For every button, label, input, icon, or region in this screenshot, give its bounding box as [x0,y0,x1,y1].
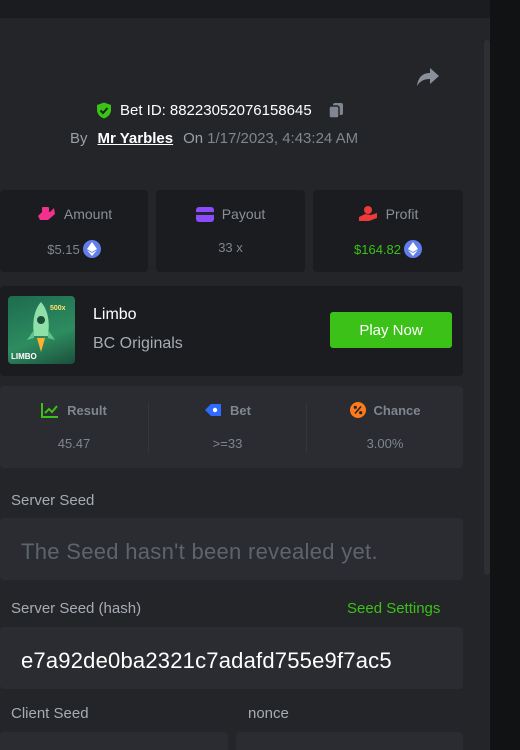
profit-card: Profit $164.82 [313,190,463,272]
result-label: Result [67,402,107,418]
play-now-button[interactable]: Play Now [330,312,452,348]
profit-label: Profit [385,206,419,222]
payout-value: 33 x [218,240,243,255]
profit-hand-icon [358,206,377,221]
result-card: Result 45.47 Bet >=33 Chance 3.00% [0,386,463,468]
profit-value: $164.82 [354,241,401,257]
bet-id-value: 88223052076158645 [169,101,312,119]
server-seed-value: The Seed hasn't been revealed yet. [21,539,378,564]
client-seed-field[interactable] [0,732,228,750]
eth-icon [404,240,422,258]
nonce-label: nonce [248,705,289,722]
bet-tag-icon [205,404,222,416]
on-label: On [183,130,204,147]
share-icon[interactable] [416,66,440,88]
amount-label: Amount [63,206,113,222]
bet-timestamp: 1/17/2023, 4:43:24 AM [207,130,359,147]
bet-id-row: Bet ID: 88223052076158645 [96,100,344,120]
result-column: Result 45.47 [0,386,148,468]
percent-icon [349,402,366,418]
copy-icon[interactable] [327,102,344,118]
chance-label: Chance [373,402,421,418]
chance-value: 3.00% [366,436,404,451]
rocket-icon: 500x LIMBO [11,302,66,361]
user-link[interactable]: Mr Yarbles [98,130,174,147]
top-bar [0,0,490,18]
limbo-game-thumbnail[interactable]: 500x LIMBO [8,296,75,364]
seed-settings-link[interactable]: Seed Settings [347,600,440,617]
amount-card: Amount $5.15 [0,190,148,272]
wallet-card-icon [195,206,214,222]
bet-value: >=33 [212,436,243,451]
by-label: By [70,130,88,147]
bet-id-label: Bet ID: [120,101,166,119]
payout-label: Payout [221,206,266,222]
game-title: Limbo [93,306,137,323]
right-gutter [490,0,520,750]
eth-icon [82,240,101,258]
server-seed-label: Server Seed [11,492,95,509]
client-seed-label: Client Seed [11,705,89,722]
bet-column: Bet >=33 [149,386,306,468]
nonce-field[interactable] [236,732,463,750]
chance-column: Chance 3.00% [307,386,463,468]
game-card: 500x LIMBO Limbo BC Originals Play Now [0,286,463,376]
amount-value: $5.15 [47,241,80,257]
result-value: 45.47 [57,436,91,451]
chart-trend-icon [41,403,59,418]
scrollbar[interactable] [484,40,490,575]
bet-author-row: By Mr Yarbles On 1/17/2023, 4:43:24 AM [70,130,358,147]
game-provider: BC Originals [93,335,183,352]
payout-card: Payout 33 x [156,190,305,272]
thumb-badge: LIMBO [11,352,37,361]
server-seed-hash-value: e7a92de0ba2321c7adafd755e9f7ac5 [21,648,392,673]
bet-label: Bet [230,402,251,418]
thumb-multiplier: 500x [50,305,66,312]
shield-check-icon [97,102,111,118]
money-hand-icon [37,207,55,220]
server-seed-hash-label: Server Seed (hash) [11,600,142,617]
